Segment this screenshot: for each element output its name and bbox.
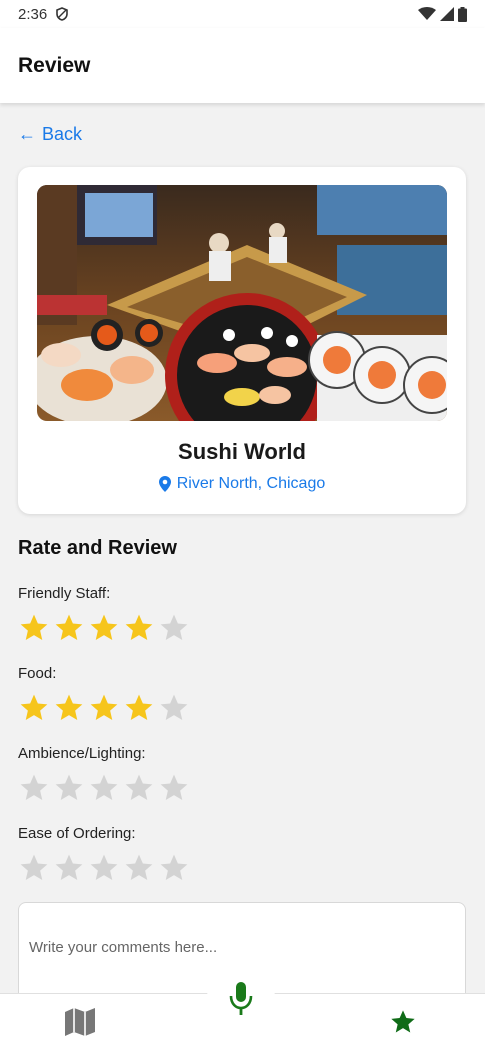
- shield-status-icon: [56, 7, 69, 21]
- back-button[interactable]: ← Back: [18, 124, 82, 145]
- restaurant-card: Sushi World River North, Chicago: [18, 167, 466, 514]
- star-3-icon[interactable]: [88, 612, 120, 644]
- star-3-icon[interactable]: [88, 692, 120, 724]
- app-header: Review: [0, 28, 485, 103]
- star-icon: [391, 1010, 415, 1033]
- signal-icon: [440, 7, 454, 21]
- status-bar: 2:36: [0, 0, 485, 28]
- status-time: 2:36: [18, 5, 48, 23]
- category-label-food: Food:: [18, 665, 57, 682]
- star-5-icon[interactable]: [158, 852, 190, 884]
- restaurant-photo: [37, 185, 447, 421]
- review-section-title: Rate and Review: [18, 537, 177, 559]
- rating-ease-of-ordering: [18, 852, 190, 884]
- nav-favorites-button[interactable]: [383, 1002, 423, 1042]
- star-1-icon[interactable]: [18, 852, 50, 884]
- category-label-friendly-staff: Friendly Staff:: [18, 585, 111, 602]
- star-3-icon[interactable]: [88, 852, 120, 884]
- star-4-icon[interactable]: [123, 772, 155, 804]
- battery-icon: [458, 6, 467, 22]
- star-2-icon[interactable]: [53, 772, 85, 804]
- restaurant-name: Sushi World: [178, 439, 306, 464]
- star-2-icon[interactable]: [53, 852, 85, 884]
- star-4-icon[interactable]: [123, 852, 155, 884]
- star-5-icon[interactable]: [158, 612, 190, 644]
- star-2-icon[interactable]: [53, 692, 85, 724]
- back-label: Back: [42, 124, 83, 144]
- location-pin-icon: [158, 476, 171, 492]
- wifi-icon: [418, 7, 436, 20]
- page-title: Review: [18, 53, 91, 77]
- category-label-ease-of-ordering: Ease of Ordering:: [18, 825, 136, 842]
- star-1-icon[interactable]: [18, 772, 50, 804]
- star-5-icon[interactable]: [158, 772, 190, 804]
- status-icons: [418, 6, 467, 22]
- star-5-icon[interactable]: [158, 692, 190, 724]
- star-2-icon[interactable]: [53, 612, 85, 644]
- restaurant-location[interactable]: River North, Chicago: [18, 475, 466, 493]
- microphone-icon: [229, 982, 253, 1015]
- category-label-ambience: Ambience/Lighting:: [18, 745, 146, 762]
- nav-map-button[interactable]: [60, 1002, 100, 1042]
- map-icon: [65, 1008, 95, 1036]
- star-4-icon[interactable]: [123, 612, 155, 644]
- star-3-icon[interactable]: [88, 772, 120, 804]
- back-arrow-icon: ←: [18, 124, 36, 144]
- rating-ambience: [18, 772, 190, 804]
- rating-friendly-staff: [18, 612, 190, 644]
- star-1-icon[interactable]: [18, 612, 50, 644]
- comment-input[interactable]: [29, 939, 455, 956]
- star-4-icon[interactable]: [123, 692, 155, 724]
- star-1-icon[interactable]: [18, 692, 50, 724]
- rating-food: [18, 692, 190, 724]
- location-text: River North, Chicago: [176, 475, 326, 492]
